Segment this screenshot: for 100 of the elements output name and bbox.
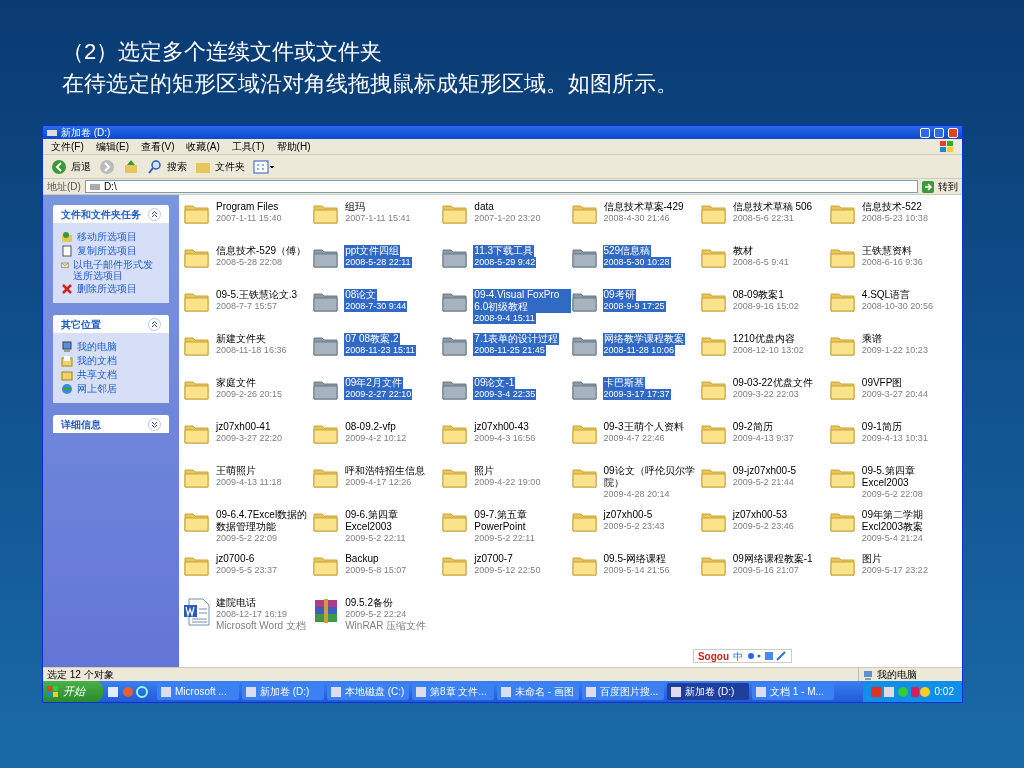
expand-icon[interactable]: [148, 417, 161, 431]
file-name[interactable]: Program Files: [215, 201, 280, 213]
menu-item[interactable]: 文件(F): [51, 140, 84, 153]
task-link[interactable]: 移动所选项目: [77, 231, 137, 242]
file-date: 2009-5-8 15:07: [344, 565, 408, 576]
file-name[interactable]: 网络教学课程教案: [602, 333, 685, 345]
file-name[interactable]: 王萌照片: [215, 465, 257, 477]
file-name[interactable]: 09-2简历: [731, 421, 774, 433]
task-link[interactable]: 复制所选项目: [77, 245, 137, 256]
collapse-icon[interactable]: [148, 317, 161, 331]
taskbar-button[interactable]: 新加卷 (D:): [667, 683, 749, 700]
taskbar-button[interactable]: 未命名 - 画图: [497, 683, 579, 700]
file-name[interactable]: data: [473, 201, 495, 213]
collapse-icon[interactable]: [148, 207, 161, 221]
task-link[interactable]: 我的电脑: [77, 341, 117, 352]
tray-icons[interactable]: [870, 685, 931, 698]
file-name[interactable]: 卡巴斯基: [602, 377, 645, 389]
address-field[interactable]: D:\: [84, 180, 918, 193]
file-name[interactable]: 08论文: [344, 289, 378, 301]
taskbar-button[interactable]: 百度图片搜...: [582, 683, 664, 700]
menu-item[interactable]: 收藏(A): [186, 140, 220, 153]
file-name[interactable]: 09-03-22优盘文件: [731, 377, 814, 389]
close-button[interactable]: [948, 127, 958, 138]
file-name[interactable]: 09论文（呼伦贝尔学院）: [602, 465, 700, 489]
file-name[interactable]: 07 08教案.2: [344, 333, 400, 345]
file-name[interactable]: 09-6.第四章 Excel2003: [344, 509, 442, 533]
file-name[interactable]: 建院电话: [215, 597, 257, 609]
file-name[interactable]: 09-6.4.7Excel数据的数据管理功能: [215, 509, 313, 533]
file-name[interactable]: 09.5-网络课程: [602, 553, 668, 565]
file-name[interactable]: 529信息稿: [602, 245, 652, 257]
file-name[interactable]: 09年2月文件: [344, 377, 403, 389]
document-icon: [183, 597, 211, 627]
task-link[interactable]: 共享文档: [77, 369, 117, 380]
file-name[interactable]: 1210优盘内容: [731, 333, 796, 345]
file-name[interactable]: jz0700-7: [473, 553, 514, 565]
file-name[interactable]: 09.5.2备份: [344, 597, 394, 609]
file-name[interactable]: 09VFP图: [860, 377, 904, 389]
file-name[interactable]: 09-4.Visual FoxPro 6.0初级教程: [473, 289, 571, 313]
taskbar-button[interactable]: 本地磁盘 (C:): [327, 683, 409, 700]
file-name[interactable]: 11.3下载工具: [473, 245, 535, 257]
task-link[interactable]: 网上邻居: [77, 383, 117, 394]
file-name[interactable]: 家庭文件: [215, 377, 257, 389]
file-name[interactable]: 照片: [473, 465, 496, 477]
file-name[interactable]: 09-jz07xh00-5: [731, 465, 798, 477]
maximize-button[interactable]: [934, 127, 944, 138]
menu-item[interactable]: 编辑(E): [95, 140, 130, 153]
file-name[interactable]: 09网络课程教案-1: [731, 553, 814, 565]
file-name[interactable]: 09论文-1: [473, 377, 516, 389]
back-button[interactable]: 后退: [51, 158, 91, 175]
file-name[interactable]: 信息技术草案-429: [602, 201, 685, 213]
file-date: 2008-11-28 10:06: [602, 345, 675, 356]
folders-button[interactable]: 文件夹: [195, 159, 245, 174]
menu-item[interactable]: 帮助(H): [276, 140, 311, 153]
file-name[interactable]: ppt文件四组: [344, 245, 401, 257]
file-name[interactable]: 09-5.第四章 Excel2003: [860, 465, 958, 489]
file-name[interactable]: 09年第二学期 Excl2003教案: [860, 509, 958, 533]
file-name[interactable]: 09-3王萌个人资料: [602, 421, 685, 433]
file-name[interactable]: 09-7.第五章 PowerPoint: [473, 509, 571, 533]
file-name[interactable]: 08-09教案1: [731, 289, 785, 301]
menu-item[interactable]: 工具(T): [231, 140, 265, 153]
file-name[interactable]: 乘谱: [860, 333, 883, 345]
menu-item[interactable]: 查看(V): [141, 140, 175, 153]
file-name[interactable]: 09考研: [602, 289, 636, 301]
minimize-button[interactable]: [920, 127, 930, 138]
task-link[interactable]: 以电子邮件形式发送所选项目: [73, 259, 161, 281]
file-name[interactable]: Backup: [344, 553, 380, 565]
file-name[interactable]: jz07xh00-43: [473, 421, 530, 433]
ime-tools-icon[interactable]: [747, 651, 787, 661]
file-name[interactable]: 09-5.王铁慧论文.3: [215, 289, 299, 301]
file-name[interactable]: 信息技术-529（傅）: [215, 245, 307, 257]
ime-toolbar[interactable]: Sogou 中: [692, 649, 792, 663]
ime-mode[interactable]: 中: [733, 648, 743, 664]
file-name[interactable]: jz07xh00-5: [602, 509, 654, 521]
up-folder-icon[interactable]: [123, 158, 139, 175]
file-name[interactable]: 4.SQL语言: [860, 289, 912, 301]
search-button[interactable]: 搜索: [147, 158, 187, 175]
go-button[interactable]: 转到: [922, 179, 958, 194]
file-name[interactable]: 图片: [860, 553, 883, 565]
file-name[interactable]: 信息技术-522: [860, 201, 923, 213]
taskbar-button[interactable]: 第8章 文件...: [412, 683, 494, 700]
start-button[interactable]: 开始: [43, 681, 103, 702]
file-name[interactable]: 09-1简历: [860, 421, 903, 433]
taskbar-button[interactable]: 文档 1 - M...: [752, 683, 834, 700]
file-name[interactable]: jz07xh00-41: [215, 421, 272, 433]
file-name[interactable]: 08-09.2-vfp: [344, 421, 397, 433]
task-link[interactable]: 我的文档: [77, 355, 117, 366]
taskbar-button[interactable]: Microsoft ...: [157, 683, 239, 700]
file-name[interactable]: 呼和浩特招生信息: [344, 465, 427, 477]
file-date: 2009-4-3 16:56: [473, 433, 537, 444]
file-name[interactable]: jz07xh00-53: [731, 509, 789, 521]
taskbar-button[interactable]: 新加卷 (D:): [242, 683, 324, 700]
view-menu-icon[interactable]: [253, 158, 275, 175]
file-name[interactable]: 7.1表单的设计过程: [473, 333, 560, 345]
file-name[interactable]: 教材: [731, 245, 754, 257]
task-link[interactable]: 删除所选项目: [77, 283, 137, 294]
file-name[interactable]: 组玛: [344, 201, 367, 213]
file-name[interactable]: 信息技术草稿 506: [731, 201, 814, 213]
file-name[interactable]: 王铁慧资料: [860, 245, 913, 257]
file-name[interactable]: 新建文件夹: [215, 333, 267, 345]
file-name[interactable]: jz0700-6: [215, 553, 256, 565]
